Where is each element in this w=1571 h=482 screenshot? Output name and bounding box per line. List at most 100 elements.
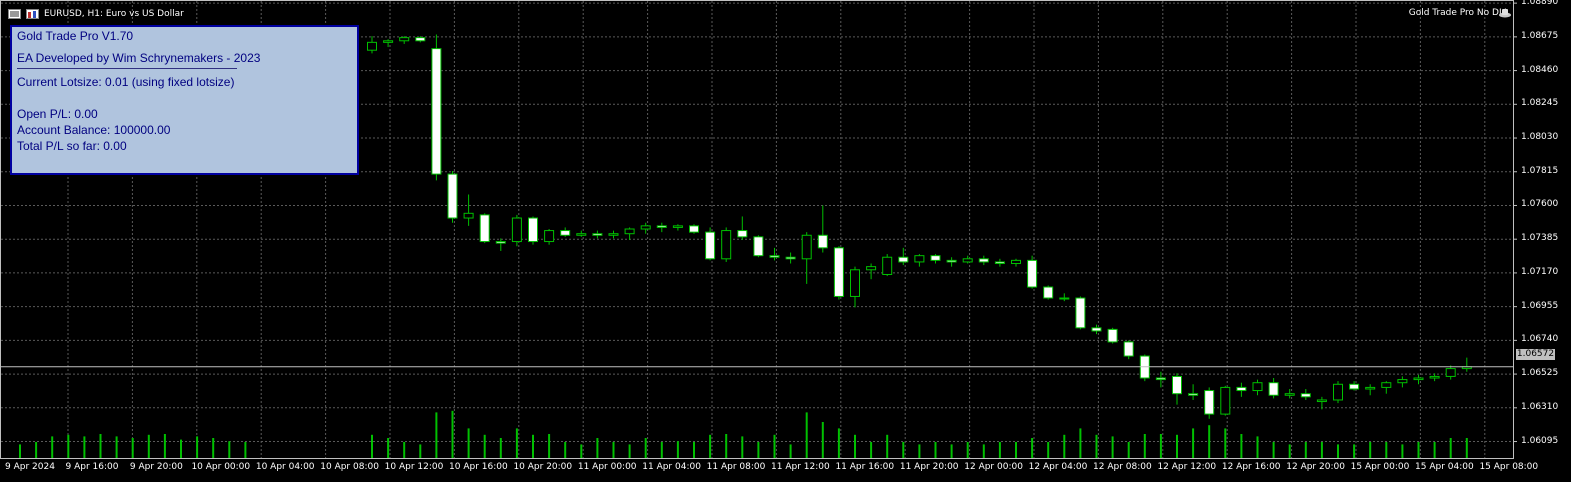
symbol-title-bar: EURUSD, H1: Euro vs US Dollar bbox=[8, 7, 184, 21]
time-tick-label: 12 Apr 04:00 bbox=[1028, 462, 1088, 472]
candle-body bbox=[656, 225, 667, 228]
time-tick-label: 10 Apr 08:00 bbox=[320, 462, 379, 472]
price-tick-label: 1.06525 bbox=[1521, 368, 1559, 379]
candle-body bbox=[769, 255, 780, 258]
price-tick-label: 1.07600 bbox=[1521, 199, 1559, 210]
candle-body bbox=[1220, 386, 1231, 415]
time-tick-label: 9 Apr 16:00 bbox=[65, 462, 119, 472]
ea-version-text: Gold Trade Pro V1.70 bbox=[17, 29, 134, 43]
lotsize-text: Current Lotsize: 0.01 (using fixed lotsi… bbox=[17, 75, 235, 89]
candle-body bbox=[1381, 382, 1392, 388]
candle-layer bbox=[367, 34, 1472, 419]
expert-advisor-icon[interactable] bbox=[1499, 8, 1511, 18]
candle-body bbox=[383, 40, 394, 43]
candle-body bbox=[978, 258, 989, 263]
price-tick-label: 1.08675 bbox=[1521, 30, 1559, 41]
candle-body bbox=[640, 225, 651, 230]
candle-body bbox=[833, 247, 844, 297]
time-tick-label: 11 Apr 12:00 bbox=[771, 462, 830, 472]
candle-body bbox=[689, 225, 699, 233]
candle-body bbox=[930, 255, 941, 261]
candle-body bbox=[1300, 393, 1311, 398]
candle-body bbox=[415, 37, 426, 42]
candle-body bbox=[1268, 382, 1279, 396]
candle-body bbox=[1204, 390, 1215, 415]
price-tick-label: 1.07170 bbox=[1521, 266, 1559, 277]
time-tick-label: 15 Apr 04:00 bbox=[1415, 462, 1474, 472]
candle-body bbox=[1043, 286, 1054, 299]
candle-body bbox=[495, 241, 506, 244]
candle-body bbox=[914, 255, 925, 263]
candle-body bbox=[1365, 386, 1376, 390]
time-tick-label: 12 Apr 12:00 bbox=[1157, 462, 1217, 472]
expert-advisor-name: Gold Trade Pro No DLL bbox=[1408, 8, 1509, 18]
time-tick-label: 10 Apr 00:00 bbox=[191, 462, 251, 472]
candle-body bbox=[592, 233, 603, 236]
time-tick-label: 12 Apr 20:00 bbox=[1286, 462, 1345, 472]
candle-body bbox=[608, 233, 619, 236]
candle-body bbox=[882, 256, 893, 275]
candle-body bbox=[1107, 328, 1118, 343]
time-tick-label: 11 Apr 08:00 bbox=[706, 462, 766, 472]
candle-body bbox=[447, 173, 458, 219]
candle-body bbox=[898, 256, 909, 263]
price-tick-label: 1.07385 bbox=[1521, 233, 1559, 244]
candle-body bbox=[785, 256, 796, 260]
candle-body bbox=[431, 48, 442, 175]
time-tick-label: 11 Apr 04:00 bbox=[642, 462, 701, 472]
candle-body bbox=[1284, 393, 1295, 396]
ea-developer-text: EA Developed by Wim Schrynemakers - 2023 bbox=[17, 51, 261, 65]
price-tick-label: 1.06740 bbox=[1521, 334, 1559, 345]
candle-body bbox=[1413, 377, 1424, 381]
time-tick-label: 15 Apr 08:00 bbox=[1479, 462, 1539, 472]
time-tick-label: 9 Apr 2024 bbox=[5, 462, 55, 472]
candle-body bbox=[1333, 383, 1343, 401]
candle-body bbox=[463, 212, 474, 219]
candle-body bbox=[479, 214, 490, 243]
candle-body bbox=[737, 230, 748, 238]
time-tick-label: 11 Apr 16:00 bbox=[835, 462, 895, 472]
candle-body bbox=[866, 266, 877, 271]
candle-body bbox=[1397, 379, 1408, 384]
candle-body bbox=[1059, 297, 1070, 300]
price-tick-label: 1.08460 bbox=[1521, 64, 1559, 75]
time-tick-label: 12 Apr 16:00 bbox=[1221, 462, 1281, 472]
time-tick-label: 11 Apr 00:00 bbox=[577, 462, 637, 472]
candle-body bbox=[1252, 382, 1263, 392]
candle-body bbox=[1429, 375, 1440, 379]
candle-body bbox=[1236, 386, 1247, 392]
total-pl-text: Total P/L so far: 0.00 bbox=[17, 139, 127, 153]
chart-window[interactable]: EURUSD, H1: Euro vs US Dollar Gold Trade… bbox=[0, 0, 1571, 482]
candle-body bbox=[817, 234, 828, 249]
candle-body bbox=[721, 230, 732, 260]
candle-body bbox=[801, 234, 812, 260]
volume-layer bbox=[19, 410, 1468, 458]
time-tick-label: 10 Apr 12:00 bbox=[384, 462, 444, 472]
candle-body bbox=[1349, 383, 1360, 390]
chart-list-icon[interactable] bbox=[8, 9, 21, 19]
time-tick-label: 10 Apr 04:00 bbox=[255, 462, 315, 472]
symbol-title: EURUSD, H1: Euro vs US Dollar bbox=[44, 9, 184, 19]
time-tick-label: 10 Apr 16:00 bbox=[449, 462, 508, 472]
time-tick-label: 9 Apr 20:00 bbox=[129, 462, 183, 472]
time-tick-label: 12 Apr 00:00 bbox=[964, 462, 1023, 472]
candle-body bbox=[850, 269, 860, 297]
candle-body bbox=[672, 225, 683, 228]
candle-body bbox=[753, 236, 764, 257]
time-tick-label: 12 Apr 08:00 bbox=[1093, 462, 1152, 472]
price-tick-label: 1.06955 bbox=[1521, 300, 1559, 311]
candle-body bbox=[1075, 297, 1086, 329]
candle-body bbox=[1172, 375, 1182, 395]
candle-body bbox=[1091, 327, 1102, 332]
time-tick-label: 15 Apr 00:00 bbox=[1350, 462, 1410, 472]
candle-body bbox=[1011, 259, 1021, 265]
candle-body bbox=[994, 261, 1005, 265]
candle-body bbox=[1316, 399, 1327, 403]
price-tick-label: 1.08890 bbox=[1521, 0, 1559, 8]
candle-body bbox=[367, 41, 377, 51]
market-watch-icon[interactable] bbox=[26, 9, 39, 19]
candle-body bbox=[544, 230, 555, 243]
price-tick-label: 1.07815 bbox=[1521, 165, 1559, 176]
bid-price-tag: 1.06572 bbox=[1516, 349, 1555, 360]
candle-body bbox=[511, 217, 522, 243]
